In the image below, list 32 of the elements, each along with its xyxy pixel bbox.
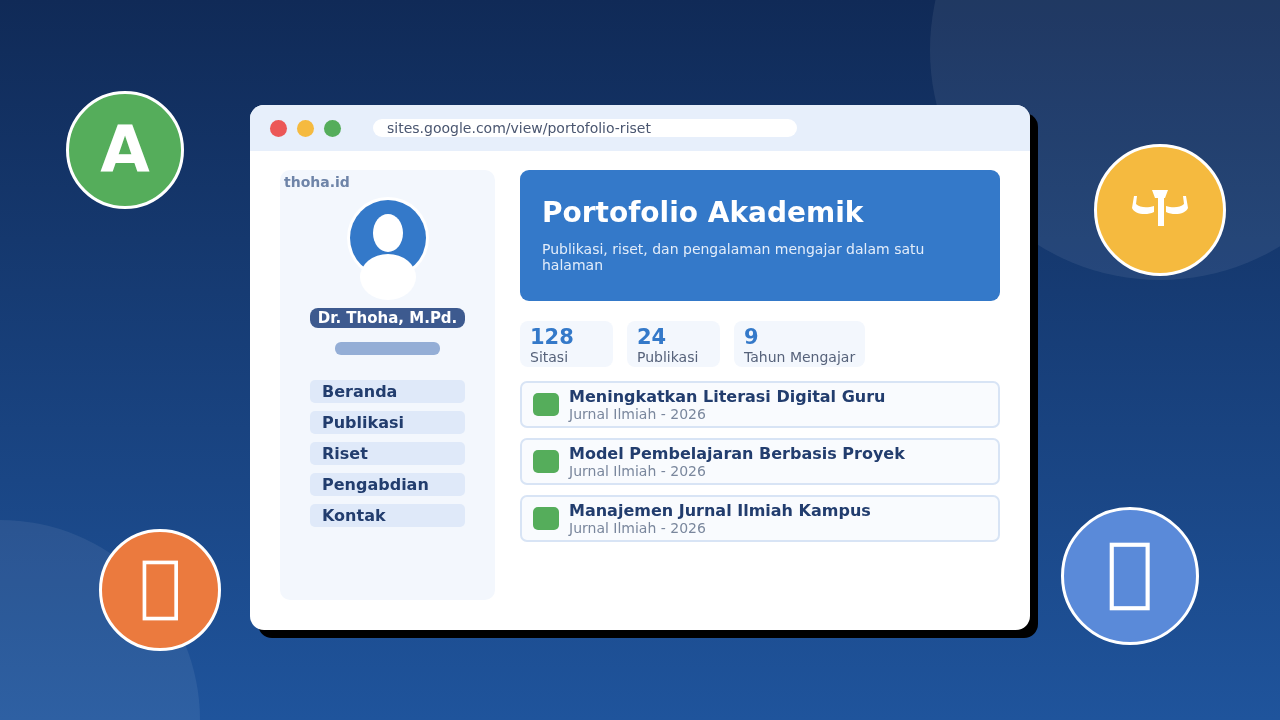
window-dot[interactable] — [297, 119, 314, 137]
brand-label: thoha.id — [284, 174, 350, 190]
badge-letter: A — [100, 118, 150, 182]
window-dot[interactable] — [270, 119, 287, 137]
glyph-box-icon — [1109, 541, 1151, 611]
stat-label: Tahun Mengajar — [744, 349, 856, 365]
publication-title: Manajemen Jurnal Ilmiah Kampus — [569, 501, 871, 520]
nav-item[interactable]: Riset — [310, 442, 465, 465]
stat-value: 128 — [530, 325, 575, 349]
stat-value: 24 — [637, 325, 668, 349]
publication-meta: Jurnal Ilmiah - 2026 — [569, 463, 707, 479]
stat-label: Publikasi — [637, 349, 700, 365]
publication-meta: Jurnal Ilmiah - 2026 — [569, 520, 707, 536]
hero-subtitle: Publikasi, riset, dan pengalaman mengajar dalam satu halaman — [542, 241, 926, 273]
publication-meta: Jurnal Ilmiah - 2026 — [569, 406, 707, 422]
stat-value: 9 — [744, 325, 760, 349]
address-bar[interactable]: sites.google.com/view/portofolio-riset — [373, 119, 797, 137]
nav-item[interactable]: Pengabdian — [310, 473, 465, 496]
publication-card[interactable]: Model Pembelajaran Berbasis Proyek Jurnal Ilmiah - 2026 — [520, 438, 1000, 485]
publication-title: Model Pembelajaran Berbasis Proyek — [569, 444, 905, 463]
hero-title: Portofolio Akademik — [542, 196, 865, 229]
avatar-icon — [345, 196, 430, 300]
profile-name: Dr. Thoha, M.Pd. — [309, 308, 466, 328]
nav-item[interactable]: Beranda — [310, 380, 465, 403]
nav-item[interactable]: Publikasi — [310, 411, 465, 434]
publication-card[interactable]: Meningkatkan Literasi Digital Guru Jurnal Ilmiah - 2026 — [520, 381, 1000, 428]
publication-card[interactable]: Manajemen Jurnal Ilmiah Kampus Jurnal Ilmiah - 2026 — [520, 495, 1000, 542]
glyph-box-icon — [141, 559, 179, 621]
nav-item[interactable]: Kontak — [310, 504, 465, 527]
stat-label: Sitasi — [530, 349, 570, 365]
publication-title: Meningkatkan Literasi Digital Guru — [569, 387, 886, 406]
window-dot[interactable] — [324, 119, 341, 137]
